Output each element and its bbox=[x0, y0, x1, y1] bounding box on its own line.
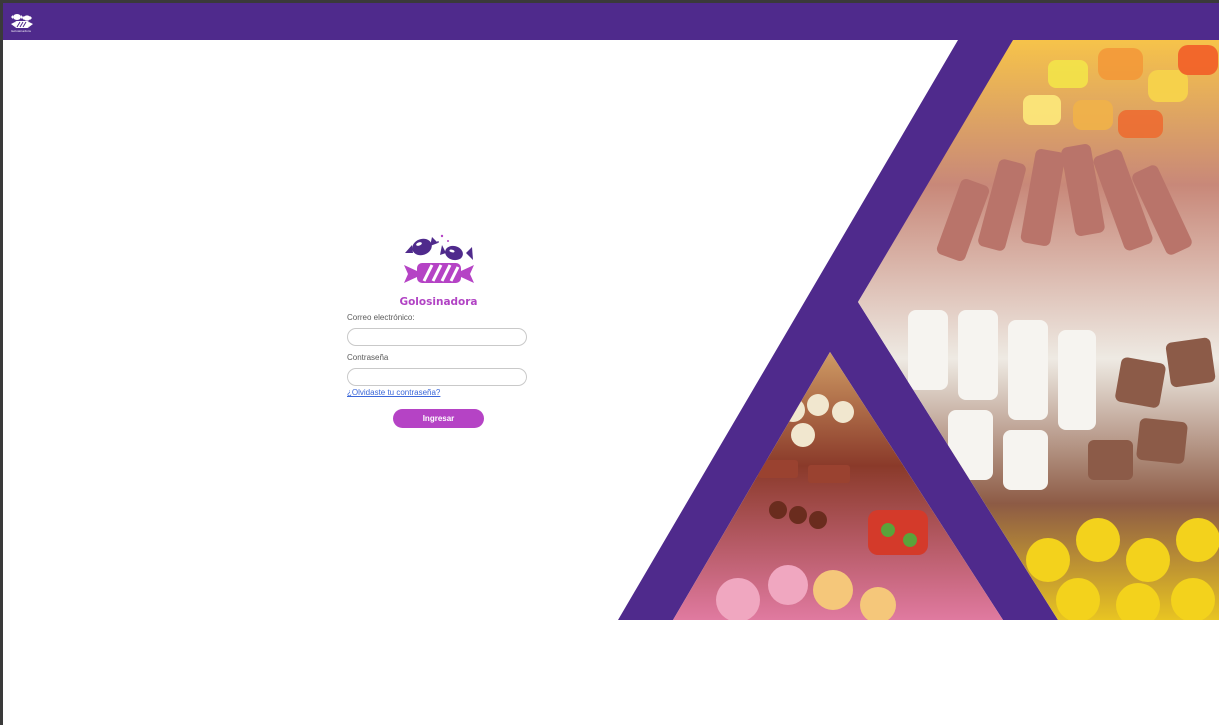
top-bar: Golosinadora bbox=[3, 3, 1219, 40]
login-button[interactable]: Ingresar bbox=[393, 409, 484, 428]
candy-collage-image bbox=[618, 40, 1219, 620]
email-field[interactable] bbox=[347, 328, 527, 346]
brand-name: Golosinadora bbox=[399, 296, 478, 308]
app-window: Golosinadora Golosinadora Correo electró… bbox=[3, 3, 1219, 725]
email-label: Correo electrónico: bbox=[347, 313, 415, 322]
small-logo-text: Golosinadora bbox=[11, 29, 31, 33]
login-form: Golosinadora Correo electrónico: Contras… bbox=[347, 233, 530, 428]
candy-logo-icon bbox=[403, 234, 474, 283]
password-label: Contraseña bbox=[347, 353, 389, 362]
forgot-password-link[interactable]: ¿Olvidaste tu contraseña? bbox=[347, 388, 530, 398]
password-field[interactable] bbox=[347, 368, 527, 386]
